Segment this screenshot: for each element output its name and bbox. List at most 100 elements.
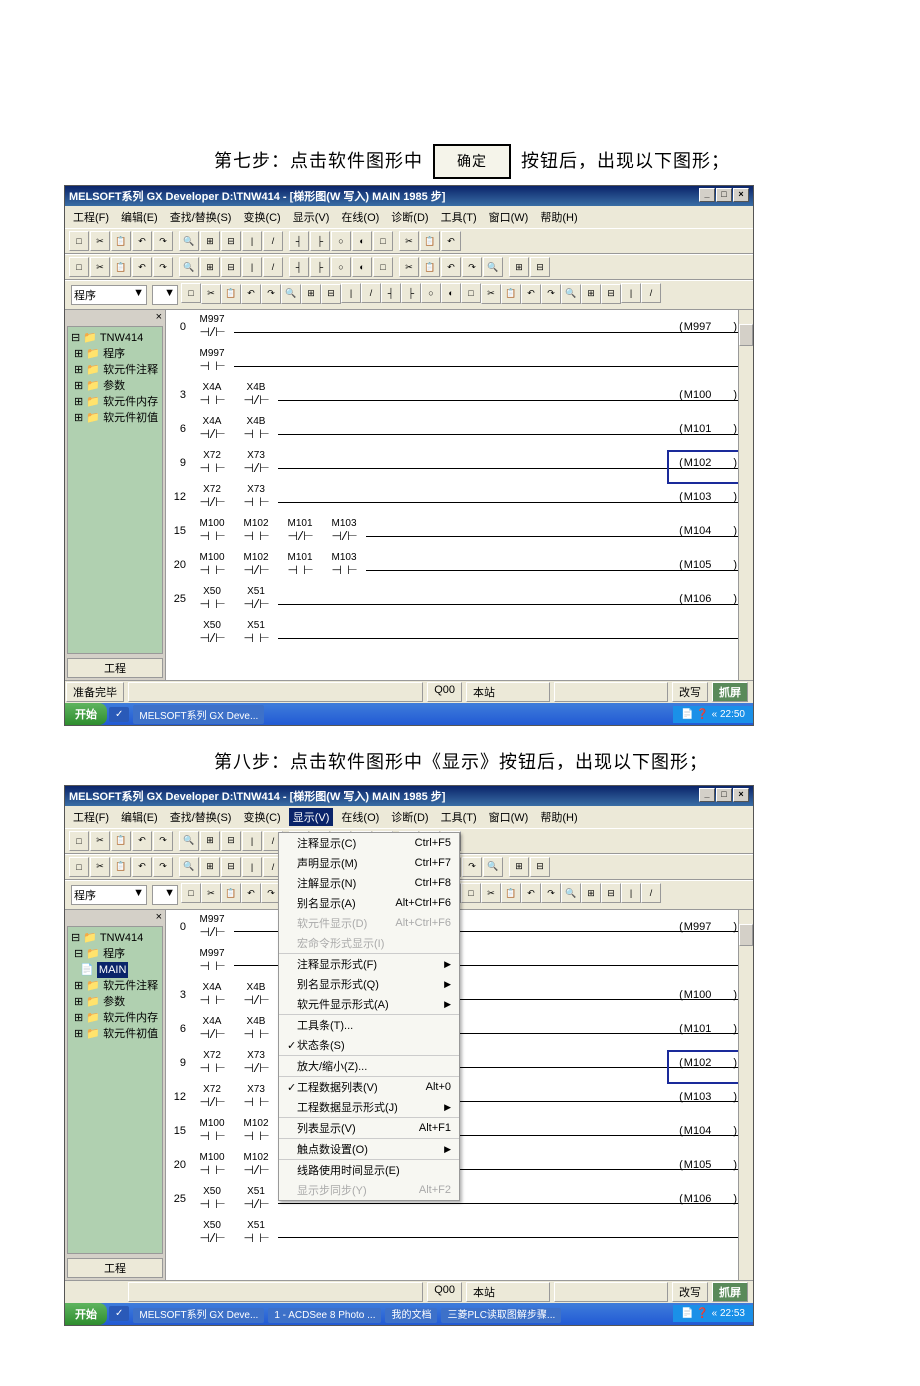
toolbar-button[interactable]: ┤: [381, 283, 401, 303]
menu-item[interactable]: 工具(T): [437, 208, 481, 226]
contact[interactable]: X51⊣ ⊢: [234, 620, 278, 646]
toolbar-button[interactable]: |: [621, 883, 641, 903]
coil[interactable]: M100: [679, 382, 737, 408]
menu-item[interactable]: 工具(T): [437, 808, 481, 826]
toolbar-button[interactable]: ○: [331, 231, 351, 251]
menu-item[interactable]: 在线(O): [337, 208, 383, 226]
minimize-icon[interactable]: _: [699, 788, 715, 802]
toolbar-button[interactable]: ⊞: [509, 857, 529, 877]
toolbar-button[interactable]: 🔍: [281, 284, 301, 304]
contact[interactable]: M100⊣ ⊢: [190, 1118, 234, 1144]
toolbar-button[interactable]: 🔍: [179, 857, 199, 877]
menu-item[interactable]: 窗口(W): [485, 808, 533, 826]
contact[interactable]: M100⊣ ⊢: [190, 518, 234, 544]
toolbar-button[interactable]: □: [69, 257, 89, 277]
toolbar-button[interactable]: 📋: [111, 857, 131, 877]
view-menu-dropdown[interactable]: 注释显示(C)Ctrl+F5声明显示(M)Ctrl+F7注解显示(N)Ctrl+…: [278, 832, 460, 1201]
toolbar-button[interactable]: ↷: [261, 284, 281, 304]
toolbar-button[interactable]: ⊞: [200, 831, 220, 851]
contact[interactable]: X4A⊣/⊢: [190, 416, 234, 442]
contact[interactable]: M997⊣/⊢: [190, 914, 234, 940]
toolbar-button[interactable]: ⊟: [530, 857, 550, 877]
vertical-scrollbar[interactable]: [738, 910, 753, 1280]
toolbar-button[interactable]: 📋: [501, 284, 521, 304]
toolbar-button[interactable]: ↶: [241, 883, 261, 903]
toolbar-button[interactable]: ✂: [90, 857, 110, 877]
menu-item[interactable]: 显示(V): [289, 808, 334, 826]
contact[interactable]: X4B⊣/⊢: [234, 982, 278, 1008]
menu-item[interactable]: 注解显示(N)Ctrl+F8: [279, 873, 459, 893]
toolbar-button[interactable]: 🔍: [179, 257, 199, 277]
toolbar-button[interactable]: ↷: [153, 831, 173, 851]
toolbar-button[interactable]: ⊟: [530, 257, 550, 277]
contact[interactable]: M103⊣/⊢: [322, 518, 366, 544]
menu-item[interactable]: 帮助(H): [536, 208, 581, 226]
project-tree[interactable]: ⊟ 📁 TNW414 ⊟ 📁 程序 📄 MAIN ⊞ 📁 软元件注释 ⊞ 📁 参…: [67, 926, 163, 1254]
menu-item[interactable]: 变换(C): [239, 208, 284, 226]
menu-item[interactable]: 软元件显示形式(A)▶: [279, 994, 459, 1015]
menu-item[interactable]: 声明显示(M)Ctrl+F7: [279, 853, 459, 873]
toolbar-button[interactable]: ↶: [441, 257, 461, 277]
contact[interactable]: X72⊣ ⊢: [190, 1050, 234, 1076]
toolbar-button[interactable]: □: [181, 283, 201, 303]
menu-item[interactable]: 查找/替换(S): [166, 208, 236, 226]
menu-item[interactable]: 别名显示形式(Q)▶: [279, 974, 459, 994]
toolbar-button[interactable]: □: [461, 283, 481, 303]
coil[interactable]: M106: [679, 586, 737, 612]
maximize-icon[interactable]: □: [716, 188, 732, 202]
contact[interactable]: M101⊣/⊢: [278, 518, 322, 544]
toolbar-button[interactable]: ↶: [521, 284, 541, 304]
toolbar-button[interactable]: ✂: [399, 231, 419, 251]
contact[interactable]: X72⊣/⊢: [190, 1084, 234, 1110]
toolbar-button[interactable]: ↶: [241, 284, 261, 304]
contact[interactable]: X50⊣ ⊢: [190, 586, 234, 612]
toolbar-button[interactable]: ↷: [153, 857, 173, 877]
toolbar-button[interactable]: ↷: [462, 857, 482, 877]
taskbar-app[interactable]: 我的文档: [385, 1308, 437, 1323]
taskbar-app[interactable]: 1 - ACDSee 8 Photo ...: [268, 1308, 381, 1323]
toolbar-button[interactable]: □: [373, 257, 393, 277]
toolbar-button[interactable]: 📋: [111, 257, 131, 277]
contact[interactable]: X51⊣ ⊢: [234, 1220, 278, 1246]
contact[interactable]: X72⊣ ⊢: [190, 450, 234, 476]
menu-item[interactable]: 工程数据显示形式(J)▶: [279, 1097, 459, 1118]
contact[interactable]: X4A⊣/⊢: [190, 1016, 234, 1042]
toolbar-button[interactable]: 📋: [420, 231, 440, 251]
quicklaunch-icon[interactable]: ✓: [109, 707, 129, 722]
toolbar-button[interactable]: ✂: [90, 831, 110, 851]
contact[interactable]: X73⊣ ⊢: [234, 1084, 278, 1110]
menu-item[interactable]: 诊断(D): [387, 208, 432, 226]
toolbar-button[interactable]: ↷: [153, 231, 173, 251]
toolbar-button[interactable]: /: [263, 231, 283, 251]
maximize-icon[interactable]: □: [716, 788, 732, 802]
toolbar-button[interactable]: ├: [310, 257, 330, 277]
capture-button[interactable]: 抓屏: [712, 682, 748, 702]
coil[interactable]: M101: [679, 416, 737, 442]
toolbar-button[interactable]: ⊞: [581, 883, 601, 903]
project-tab[interactable]: 工程: [67, 1258, 163, 1278]
toolbar-button[interactable]: ↶: [521, 883, 541, 903]
contact[interactable]: X51⊣/⊢: [234, 586, 278, 612]
toolbar-button[interactable]: ⊞: [200, 857, 220, 877]
start-button[interactable]: 开始: [65, 703, 107, 725]
menu-item[interactable]: 窗口(W): [485, 208, 533, 226]
project-tree[interactable]: ⊟ 📁 TNW414 ⊞ 📁 程序 ⊞ 📁 软元件注释 ⊞ 📁 参数 ⊞ 📁 软…: [67, 326, 163, 654]
toolbar-button[interactable]: ├: [401, 283, 421, 303]
coil[interactable]: M103: [679, 1084, 737, 1110]
toolbar-button[interactable]: ⊟: [601, 883, 621, 903]
contact[interactable]: X4A⊣ ⊢: [190, 982, 234, 1008]
project-tab[interactable]: 工程: [67, 658, 163, 678]
coil[interactable]: M100: [679, 982, 737, 1008]
toolbar-button[interactable]: ┤: [289, 257, 309, 277]
toolbar-button[interactable]: ✂: [201, 883, 221, 903]
menu-item[interactable]: 显示(V): [289, 208, 334, 226]
toolbar-button[interactable]: ↶: [132, 831, 152, 851]
toolbar-button[interactable]: ⊟: [221, 831, 241, 851]
coil[interactable]: M101: [679, 1016, 737, 1042]
contact[interactable]: X73⊣ ⊢: [234, 484, 278, 510]
toolbar-button[interactable]: ○: [421, 283, 441, 303]
toolbar-button[interactable]: ○: [331, 257, 351, 277]
contact[interactable]: M101⊣ ⊢: [278, 552, 322, 578]
coil[interactable]: M104: [679, 1118, 737, 1144]
contact[interactable]: M102⊣ ⊢: [234, 1118, 278, 1144]
